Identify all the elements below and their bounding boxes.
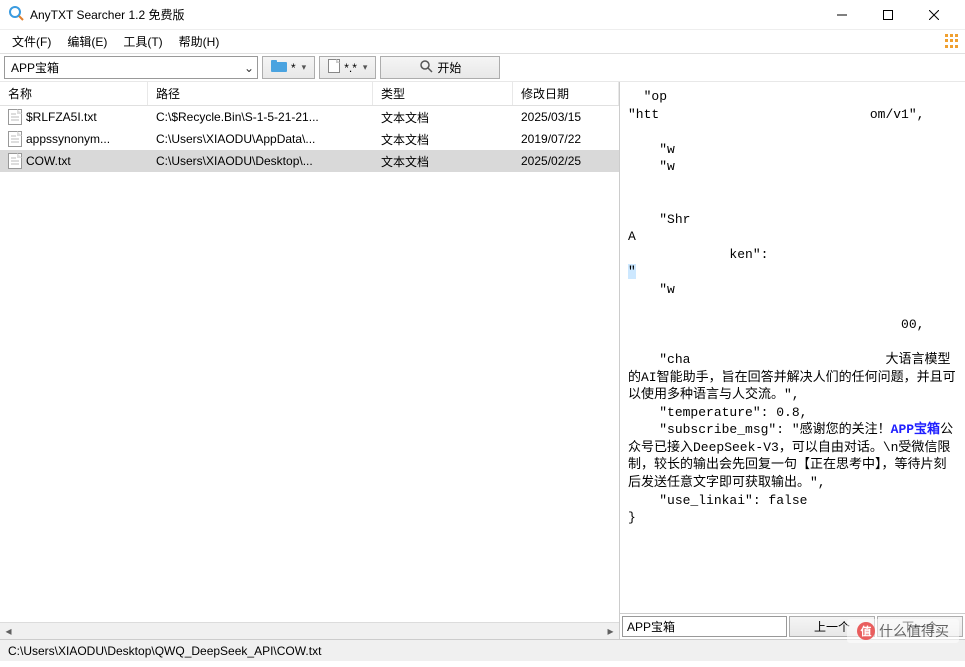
search-input[interactable] xyxy=(5,59,241,77)
preview-pane: "op "htt om/v1", "w "w "Shr A ken": " "w… xyxy=(620,82,965,639)
list-header: 名称 路径 类型 修改日期 xyxy=(0,82,619,106)
close-button[interactable] xyxy=(911,0,957,30)
results-pane: 名称 路径 类型 修改日期 $RLFZA5I.txtC:\$Recycle.Bi… xyxy=(0,82,620,639)
start-label: 开始 xyxy=(437,59,461,76)
watermark-icon: 值 xyxy=(857,622,875,640)
cell-path: C:\Users\XIAODU\AppData\... xyxy=(148,130,373,148)
find-in-preview-input[interactable] xyxy=(622,616,787,637)
start-button[interactable]: 开始 xyxy=(380,56,500,79)
chevron-down-icon: ▾ xyxy=(302,62,307,73)
menubar: 文件(F) 编辑(E) 工具(T) 帮助(H) xyxy=(0,30,965,54)
cell-path: C:\Users\XIAODU\Desktop\... xyxy=(148,152,373,170)
column-type[interactable]: 类型 xyxy=(373,82,513,105)
cell-type: 文本文档 xyxy=(373,129,513,150)
scroll-right-icon[interactable]: ▸ xyxy=(602,623,619,640)
cell-date: 2025/02/25 xyxy=(513,152,619,170)
minimize-button[interactable] xyxy=(819,0,865,30)
cell-type: 文本文档 xyxy=(373,151,513,172)
location-filter-button[interactable]: * ▾ xyxy=(262,56,315,79)
cell-type: 文本文档 xyxy=(373,107,513,128)
cell-path: C:\$Recycle.Bin\S-1-5-21-21... xyxy=(148,108,373,126)
table-row[interactable]: $RLFZA5I.txtC:\$Recycle.Bin\S-1-5-21-21.… xyxy=(0,106,619,128)
toolbar: ⌄ * ▾ *.* ▾ 开始 xyxy=(0,54,965,82)
cell-name: $RLFZA5I.txt xyxy=(0,107,148,127)
horizontal-scrollbar[interactable]: ◂ ▸ xyxy=(0,622,619,639)
table-row[interactable]: COW.txtC:\Users\XIAODU\Desktop\...文本文档20… xyxy=(0,150,619,172)
titlebar: AnyTXT Searcher 1.2 免费版 xyxy=(0,0,965,30)
maximize-button[interactable] xyxy=(865,0,911,30)
menu-tools[interactable]: 工具(T) xyxy=(115,31,170,52)
window-title: AnyTXT Searcher 1.2 免费版 xyxy=(30,6,819,23)
cell-date: 2019/07/22 xyxy=(513,130,619,148)
type-filter-button[interactable]: *.* ▾ xyxy=(319,56,376,79)
folder-icon xyxy=(271,60,287,75)
cell-name: appssynonym... xyxy=(0,129,148,149)
statusbar: C:\Users\XIAODU\Desktop\QWQ_DeepSeek_API… xyxy=(0,639,965,661)
table-row[interactable]: appssynonym...C:\Users\XIAODU\AppData\..… xyxy=(0,128,619,150)
preview-text[interactable]: "op "htt om/v1", "w "w "Shr A ken": " "w… xyxy=(620,82,965,613)
content: 名称 路径 类型 修改日期 $RLFZA5I.txtC:\$Recycle.Bi… xyxy=(0,82,965,639)
grip-icon xyxy=(945,34,959,48)
menu-file[interactable]: 文件(F) xyxy=(4,31,59,52)
search-combo[interactable]: ⌄ xyxy=(4,56,258,79)
type-filter-label: *.* xyxy=(344,61,357,75)
search-icon xyxy=(419,59,433,76)
watermark-text: 什么值得买 xyxy=(879,621,949,641)
location-filter-label: * xyxy=(291,61,296,75)
chevron-down-icon: ▾ xyxy=(363,62,368,73)
file-icon xyxy=(328,59,340,76)
watermark: 值 什么值得买 xyxy=(847,619,959,643)
column-name[interactable]: 名称 xyxy=(0,82,148,105)
highlight: APP宝箱 xyxy=(891,422,940,437)
cell-date: 2025/03/15 xyxy=(513,108,619,126)
scroll-left-icon[interactable]: ◂ xyxy=(0,623,17,640)
column-path[interactable]: 路径 xyxy=(148,82,373,105)
cell-name: COW.txt xyxy=(0,151,148,171)
column-date[interactable]: 修改日期 xyxy=(513,82,619,105)
status-path: C:\Users\XIAODU\Desktop\QWQ_DeepSeek_API… xyxy=(8,644,321,658)
results-list[interactable]: $RLFZA5I.txtC:\$Recycle.Bin\S-1-5-21-21.… xyxy=(0,106,619,622)
scroll-track[interactable] xyxy=(17,623,602,640)
app-icon xyxy=(8,5,30,24)
menu-edit[interactable]: 编辑(E) xyxy=(59,31,115,52)
menu-help[interactable]: 帮助(H) xyxy=(171,31,228,52)
chevron-down-icon[interactable]: ⌄ xyxy=(241,61,257,75)
